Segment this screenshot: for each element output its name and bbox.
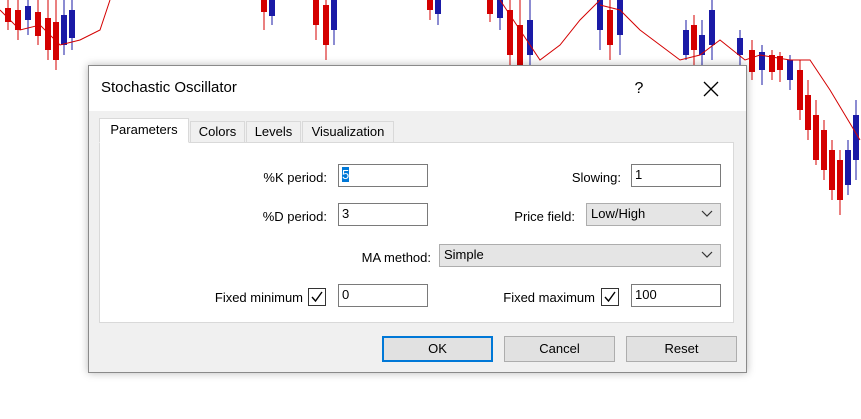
candle-body <box>813 115 819 160</box>
candle-body <box>269 0 275 16</box>
candle-body <box>69 10 75 38</box>
ma-method-value: Simple <box>444 247 484 262</box>
moving-average-line <box>499 0 601 61</box>
tab-levels[interactable]: Levels <box>246 121 301 142</box>
candle-body <box>691 25 697 50</box>
candle-body <box>25 6 31 20</box>
fixed-max-checkbox[interactable] <box>601 288 619 306</box>
fixed-min-label: Fixed minimum <box>214 290 303 305</box>
fixed-max-input[interactable]: 100 <box>631 284 721 307</box>
tab-visualization[interactable]: Visualization <box>302 121 394 142</box>
candle-body <box>749 50 755 72</box>
candle-body <box>837 160 843 200</box>
candle-body <box>61 15 67 45</box>
close-icon <box>703 81 719 97</box>
chevron-down-icon <box>701 210 713 217</box>
candle-body <box>737 38 743 55</box>
candle-body <box>435 0 441 14</box>
candle-body <box>323 5 329 45</box>
candle-body <box>797 70 803 110</box>
candle-body <box>683 30 689 55</box>
candle-body <box>15 10 21 30</box>
tab-colors[interactable]: Colors <box>190 121 245 142</box>
dialog-title: Stochastic Oscillator <box>101 79 237 96</box>
candle-body <box>487 0 493 14</box>
candle-body <box>845 150 851 185</box>
d-period-input[interactable]: 3 <box>338 203 428 226</box>
candle-body <box>527 20 533 55</box>
ma-method-select[interactable]: Simple <box>439 244 721 267</box>
k-period-value: 5 <box>342 167 350 182</box>
candle-body <box>331 0 337 30</box>
candle-body <box>261 0 267 12</box>
candle-body <box>35 12 41 36</box>
checkmark-icon <box>604 291 616 303</box>
close-button[interactable] <box>696 76 726 102</box>
help-button[interactable]: ? <box>624 76 654 102</box>
tab-parameters[interactable]: Parameters <box>99 118 189 143</box>
candle-body <box>821 130 827 170</box>
ok-button[interactable]: OK <box>382 336 493 362</box>
reset-button[interactable]: Reset <box>626 336 737 362</box>
stochastic-dialog: Stochastic Oscillator ? Parameters Color… <box>88 65 747 373</box>
candle-body <box>597 0 603 30</box>
candle-body <box>45 18 51 50</box>
slowing-input[interactable]: 1 <box>631 164 721 187</box>
price-field-value: Low/High <box>591 206 646 221</box>
candle-body <box>507 10 513 55</box>
fixed-max-label: Fixed maximum <box>503 290 595 305</box>
candle-body <box>617 0 623 35</box>
dialog-titlebar: Stochastic Oscillator ? <box>89 66 746 111</box>
price-field-select[interactable]: Low/High <box>586 203 721 226</box>
candle-body <box>829 150 835 190</box>
candle-body <box>805 95 811 130</box>
fixed-min-checkbox[interactable] <box>308 288 326 306</box>
checkmark-icon <box>311 291 323 303</box>
candle-body <box>709 10 715 45</box>
slowing-label: Slowing: <box>571 170 621 185</box>
candle-body <box>607 10 613 45</box>
price-field-label: Price field: <box>514 209 575 224</box>
k-period-label: %K period: <box>263 170 327 185</box>
candle-body <box>427 0 433 10</box>
k-period-input[interactable]: 5 <box>338 164 428 187</box>
cancel-button[interactable]: Cancel <box>504 336 615 362</box>
chevron-down-icon <box>701 251 713 258</box>
candle-body <box>517 25 523 65</box>
ma-method-label: MA method: <box>361 250 431 265</box>
candle-body <box>787 60 793 80</box>
fixed-min-input[interactable]: 0 <box>338 284 428 307</box>
d-period-label: %D period: <box>262 209 327 224</box>
candle-body <box>313 0 319 25</box>
